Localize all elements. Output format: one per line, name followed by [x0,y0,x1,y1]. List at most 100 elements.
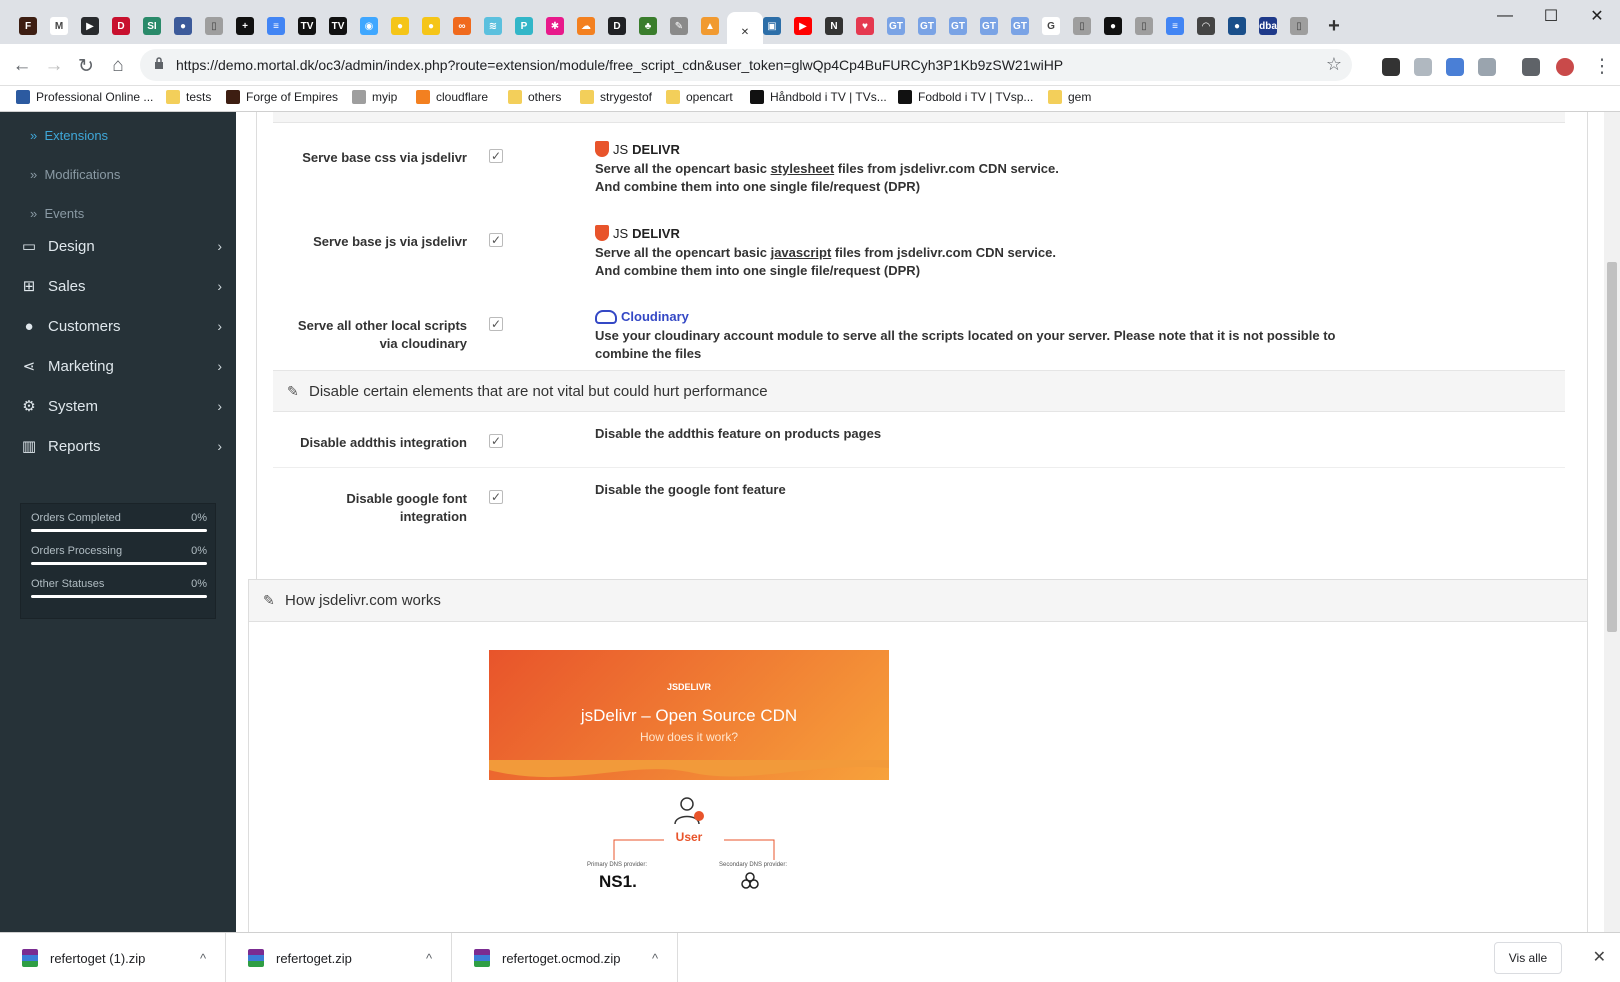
browser-tab[interactable]: ▯ [1068,12,1096,40]
sidebar-item-modifications[interactable]: » Modifications [30,167,120,182]
back-icon[interactable]: ← [10,54,34,78]
browser-tab[interactable]: ▶ [76,12,104,40]
browser-tab[interactable]: G [1037,12,1065,40]
address-bar[interactable]: https://demo.mortal.dk/oc3/admin/index.p… [140,49,1352,81]
sidebar-item-events[interactable]: » Events [30,206,84,221]
browser-tab[interactable]: + [231,12,259,40]
minimize-button[interactable]: — [1482,0,1528,32]
sidebar-item-sales[interactable]: ⊞ Sales › [20,274,222,298]
browser-tab[interactable]: ● [1223,12,1251,40]
show-all-button[interactable]: Vis alle [1494,942,1562,974]
bookmark-item[interactable]: tests [166,90,211,104]
bookmark-item[interactable]: Professional Online ... [16,90,153,104]
bookmark-item[interactable]: Forge of Empires [226,90,338,104]
menu-icon[interactable]: ⋮ [1590,54,1614,78]
bar-chart-icon: ▥ [21,438,37,455]
js-jsdelivr-checkbox[interactable]: ✓ [489,233,503,247]
bookmark-item[interactable]: Håndbold i TV | TVs... [750,90,887,104]
browser-tab[interactable]: D [603,12,631,40]
browser-tab[interactable]: dba [1254,12,1282,40]
sidebar-item-marketing[interactable]: ⋖ Marketing › [20,354,222,378]
google-font-checkbox[interactable]: ✓ [489,490,503,504]
browser-tab[interactable]: ● [417,12,445,40]
new-tab-button[interactable]: + [1320,12,1348,40]
browser-tab[interactable]: ▯ [200,12,228,40]
close-icon[interactable]: ✕ [1593,947,1606,967]
bookmark-item[interactable]: opencart [666,90,733,104]
browser-tab[interactable]: ● [386,12,414,40]
browser-tab[interactable]: ✎ [665,12,693,40]
sidebar-item-system[interactable]: ⚙ System › [20,394,222,418]
sidebar-item-reports[interactable]: ▥ Reports › [20,434,222,458]
extension-people-icon[interactable] [1382,58,1400,76]
cloudinary-checkbox[interactable]: ✓ [489,317,503,331]
stylesheet-link[interactable]: stylesheet [771,161,835,176]
home-icon[interactable]: ⌂ [106,54,130,78]
bookmark-item[interactable]: gem [1048,90,1091,104]
browser-tab[interactable]: ≡ [1161,12,1189,40]
javascript-link[interactable]: javascript [771,245,832,260]
sidebar-item-design[interactable]: ▭ Design › [20,234,222,258]
browser-tab[interactable]: F [14,12,42,40]
browser-tab[interactable]: ≋ [479,12,507,40]
download-item[interactable]: refertoget.zip ^ [226,933,452,982]
browser-tab[interactable]: GT [882,12,910,40]
extension-download-icon[interactable] [1478,58,1496,76]
cast-icon[interactable] [1522,58,1540,76]
css-jsdelivr-checkbox[interactable]: ✓ [489,149,503,163]
page-scrollbar[interactable] [1604,112,1620,932]
browser-tab[interactable]: ◉ [355,12,383,40]
browser-tab[interactable]: ▯ [1285,12,1313,40]
sidebar-item-label: System [48,397,99,415]
browser-tab[interactable]: ▶ [789,12,817,40]
browser-tab[interactable]: ● [169,12,197,40]
reload-icon[interactable]: ↻ [74,54,98,78]
browser-tab[interactable]: N [820,12,848,40]
browser-tab[interactable]: GT [944,12,972,40]
browser-tab[interactable]: GT [1006,12,1034,40]
browser-tab[interactable]: TV [324,12,352,40]
browser-tab[interactable]: ▣ [758,12,786,40]
browser-tab[interactable]: ◠ [1192,12,1220,40]
profile-avatar[interactable] [1556,58,1574,76]
chevron-up-icon[interactable]: ^ [200,951,206,966]
maximize-button[interactable]: ☐ [1528,0,1574,32]
browser-tab[interactable]: GT [975,12,1003,40]
browser-tab[interactable]: SI [138,12,166,40]
browser-tab[interactable]: ♥ [851,12,879,40]
browser-tab[interactable]: TV [293,12,321,40]
browser-tab[interactable]: P [510,12,538,40]
browser-tab[interactable]: ▯ [1130,12,1158,40]
extension-cloud-icon[interactable] [1414,58,1432,76]
close-window-button[interactable]: ✕ [1574,0,1620,32]
browser-tab[interactable]: D [107,12,135,40]
addthis-checkbox[interactable]: ✓ [489,434,503,448]
heart-icon: ♥ [856,17,874,35]
browser-tab[interactable]: ♣ [634,12,662,40]
browser-tab[interactable]: ✱ [541,12,569,40]
bookmark-item[interactable]: cloudflare [416,90,488,104]
browser-tab[interactable]: ∞ [448,12,476,40]
chevron-up-icon[interactable]: ^ [652,951,658,966]
bookmark-item[interactable]: strygestof [580,90,652,104]
chevron-up-icon[interactable]: ^ [426,951,432,966]
bookmark-star-icon[interactable]: ☆ [1326,54,1342,75]
browser-tab[interactable]: M [45,12,73,40]
sidebar-item-extensions[interactable]: » Extensions [30,128,108,143]
browser-tab[interactable]: ≡ [262,12,290,40]
browser-tab[interactable]: ● [1099,12,1127,40]
download-item[interactable]: refertoget (1).zip ^ [0,933,226,982]
sidebar-item-customers[interactable]: ● Customers › [20,314,222,338]
forward-icon[interactable]: → [42,54,66,78]
desc-text: Use your cloudinary account module to se… [595,328,1336,343]
plus-tab-icon: + [236,17,254,35]
scrollbar-thumb[interactable] [1607,262,1617,632]
browser-tab[interactable]: ☁ [572,12,600,40]
browser-tab[interactable]: GT [913,12,941,40]
bookmark-item[interactable]: others [508,90,561,104]
bookmark-item[interactable]: Fodbold i TV | TVsp... [898,90,1033,104]
download-item[interactable]: refertoget.ocmod.zip ^ [452,933,678,982]
extension-translate-icon[interactable] [1446,58,1464,76]
browser-tab[interactable]: ▲ [696,12,724,40]
bookmark-item[interactable]: myip [352,90,397,104]
